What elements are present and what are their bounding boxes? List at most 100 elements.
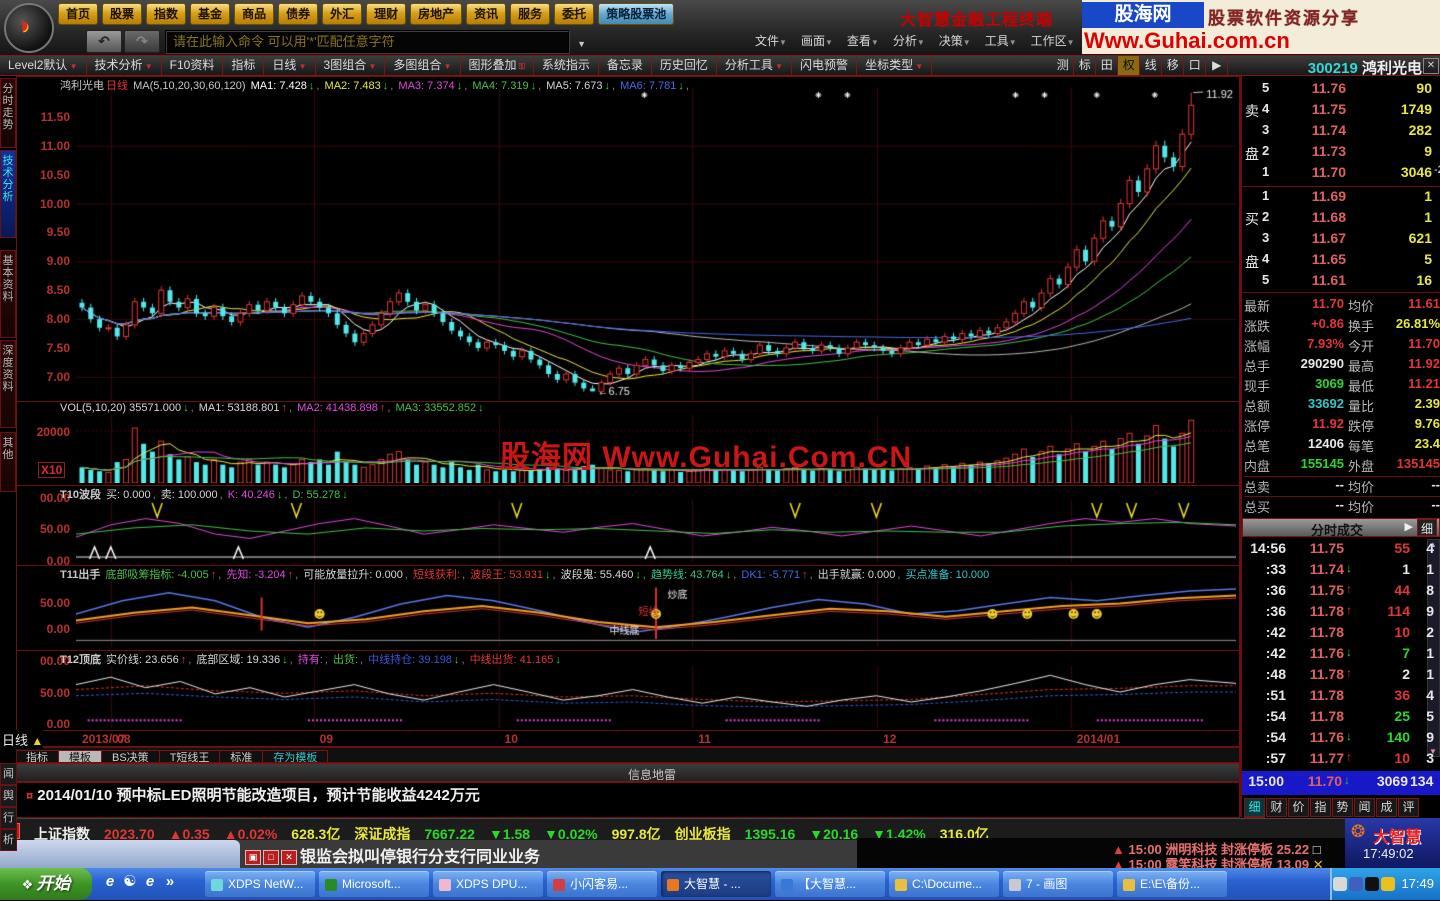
task-button[interactable]: Microsoft... [319, 871, 429, 897]
news-line[interactable]: ¤2014/01/10 预中标LED照明节能改造项目，预计节能收益4242万元 [16, 784, 1240, 817]
menu-决策[interactable]: 决策▼ [939, 32, 971, 49]
toolbar-icon-移[interactable]: 移 [1162, 56, 1184, 75]
tray-icon[interactable] [1333, 877, 1347, 891]
quote-tab-细[interactable]: 细 [1244, 798, 1265, 817]
news-side-tab-析[interactable]: 析 [0, 829, 17, 851]
menu-dropdown-icon: ▼ [963, 38, 971, 47]
back-button[interactable]: ↶ [86, 30, 122, 53]
nav-button-指数[interactable]: 指数 [146, 3, 186, 25]
main-candlestick-chart[interactable] [76, 88, 1236, 400]
task-button[interactable]: 7 - 画图 [1003, 871, 1113, 897]
toolbar-icon-标[interactable]: 标 [1074, 56, 1096, 75]
toolbar-item-备忘录[interactable]: 备忘录 [599, 56, 652, 75]
nav-button-服务[interactable]: 服务 [510, 3, 550, 25]
nav-button-理财[interactable]: 理财 [366, 3, 406, 25]
sidebar-tab-技术分析[interactable]: 技术分析 [0, 150, 16, 238]
task-button[interactable]: XDPS DPU... [433, 871, 543, 897]
toolbar-icon-权[interactable]: 权 [1118, 56, 1140, 75]
nav-button-股票[interactable]: 股票 [102, 3, 142, 25]
quote-tab-评[interactable]: 评 [1398, 798, 1419, 817]
quote-tab-闻[interactable]: 闻 [1354, 798, 1375, 817]
tray-icon[interactable] [1365, 877, 1379, 891]
toolbar-icon-线[interactable]: 线 [1140, 56, 1162, 75]
window-control-icon[interactable]: ✕ [281, 850, 297, 865]
quick-launch-icon[interactable]: ☯ [120, 872, 140, 894]
tray-icon[interactable] [1349, 877, 1363, 891]
info-mine-bar[interactable]: 信息地雷 [16, 763, 1240, 782]
toolbar-icon-测[interactable]: 测 [1052, 56, 1074, 75]
menu-工具[interactable]: 工具▼ [985, 32, 1017, 49]
toolbar-icon-田[interactable]: 田 [1096, 56, 1118, 75]
dropdown-icon: ▼ [67, 62, 77, 71]
t12-indicator-chart[interactable] [76, 666, 1236, 728]
toolbar-item-闪电预警[interactable]: 闪电预警 [792, 56, 857, 75]
task-button[interactable]: 大智慧 - ... [661, 871, 771, 897]
task-button[interactable]: E:\E\备份... [1117, 871, 1227, 897]
sidebar-tab-分时走势[interactable]: 分时走势 [0, 78, 16, 148]
toolbar-item-日线[interactable]: 日线 ▼ [264, 56, 315, 75]
nav-button-房地产[interactable]: 房地产 [410, 3, 462, 25]
nav-button-首页[interactable]: 首页 [58, 3, 98, 25]
ask-row: 311.74282 [1262, 122, 1440, 143]
window-control-icon[interactable]: ▣ [245, 850, 261, 865]
quick-launch-icon[interactable]: e [140, 873, 160, 895]
sidebar-tab-其他[interactable]: 其他 [0, 432, 16, 492]
toolbar-item-历史回忆[interactable]: 历史回忆 [652, 56, 717, 75]
menu-dropdown-icon: ▼ [1067, 38, 1075, 47]
nav-button-基金[interactable]: 基金 [190, 3, 230, 25]
toolbar-item-F10资料[interactable]: F10资料 [162, 56, 224, 75]
period-label[interactable]: 日线 ▲ [2, 730, 43, 749]
toolbar-item-分析工具[interactable]: 分析工具 ▼ [717, 56, 792, 75]
quote-tab-财[interactable]: 财 [1266, 798, 1287, 817]
task-button[interactable]: 小闪客易... [547, 871, 657, 897]
menu-dropdown-icon: ▼ [825, 38, 833, 47]
menu-文件[interactable]: 文件▼ [755, 32, 787, 49]
news-side-tab-舆[interactable]: 舆 [0, 785, 17, 807]
strategy-pool-button[interactable]: 策略股票池 [598, 3, 674, 25]
quote-tab-价[interactable]: 价 [1288, 798, 1309, 817]
nav-button-商品[interactable]: 商品 [234, 3, 274, 25]
toolbar-item-指标[interactable]: 指标 [223, 56, 264, 75]
t10-indicator-chart[interactable] [76, 500, 1236, 562]
quick-launch-icon[interactable]: e [100, 873, 120, 895]
quote-tab-势[interactable]: 势 [1332, 798, 1353, 817]
sidebar-tab-基本资料[interactable]: 基本资料 [0, 250, 16, 338]
window-control-icon[interactable]: □ [263, 850, 279, 865]
menu-分析[interactable]: 分析▼ [893, 32, 925, 49]
task-button[interactable]: 【大智慧... [775, 871, 885, 897]
toolbar-item-3图组合[interactable]: 3图组合 ▼ [316, 56, 386, 75]
menu-查看[interactable]: 查看▼ [847, 32, 879, 49]
news-side-tab-闻[interactable]: 闻 [0, 763, 17, 785]
toolbar-item-Level2默认[interactable]: Level2默认 ▼ [0, 56, 87, 75]
t11-indicator-chart[interactable] [76, 581, 1236, 647]
news-side-tab-行[interactable]: 行 [0, 807, 17, 829]
play-icon[interactable]: ▶ [1405, 520, 1413, 533]
toolbar-item-多图组合[interactable]: 多图组合 ▼ [385, 56, 460, 75]
menu-画面[interactable]: 画面▼ [801, 32, 833, 49]
nav-button-委托[interactable]: 委托 [554, 3, 594, 25]
forward-button[interactable]: ↷ [124, 30, 160, 53]
toolbar-icon-▶[interactable]: ▶ [1206, 56, 1228, 75]
command-dropdown-icon[interactable]: ▼ [577, 35, 586, 54]
nav-button-债券[interactable]: 债券 [278, 3, 318, 25]
start-button[interactable]: ❖开始 [0, 868, 92, 900]
detail-button[interactable]: 细 [1417, 519, 1437, 536]
task-button[interactable]: XDPS NetW... [205, 871, 315, 897]
nav-button-外汇[interactable]: 外汇 [322, 3, 362, 25]
toolbar-item-图形叠加[interactable]: 图形叠加 ⚿ [461, 56, 534, 75]
task-button[interactable]: C:\Docume... [889, 871, 999, 897]
quick-launch-expand-icon[interactable]: » [160, 873, 180, 895]
tray-icon[interactable] [1381, 877, 1395, 891]
nav-button-资讯[interactable]: 资讯 [466, 3, 506, 25]
toolbar-icon-口[interactable]: 口 [1184, 56, 1206, 75]
close-chart-icon[interactable]: ✕ [1423, 58, 1439, 74]
toolbar-item-系统指示[interactable]: 系统指示 [534, 56, 599, 75]
sidebar-tab-深度资料[interactable]: 深度资料 [0, 340, 16, 428]
toolbar-item-坐标类型[interactable]: 坐标类型 ▼ [857, 56, 932, 75]
toolbar-item-技术分析[interactable]: 技术分析 ▼ [87, 56, 162, 75]
ticker-window-tab[interactable] [0, 840, 240, 868]
command-input[interactable]: 请在此输入命令 可以用'*'匹配任意字符▼ [165, 30, 570, 54]
quote-tab-成[interactable]: 成 [1376, 798, 1397, 817]
menu-工作区[interactable]: 工作区▼ [1031, 32, 1075, 49]
quote-tab-指[interactable]: 指 [1310, 798, 1331, 817]
